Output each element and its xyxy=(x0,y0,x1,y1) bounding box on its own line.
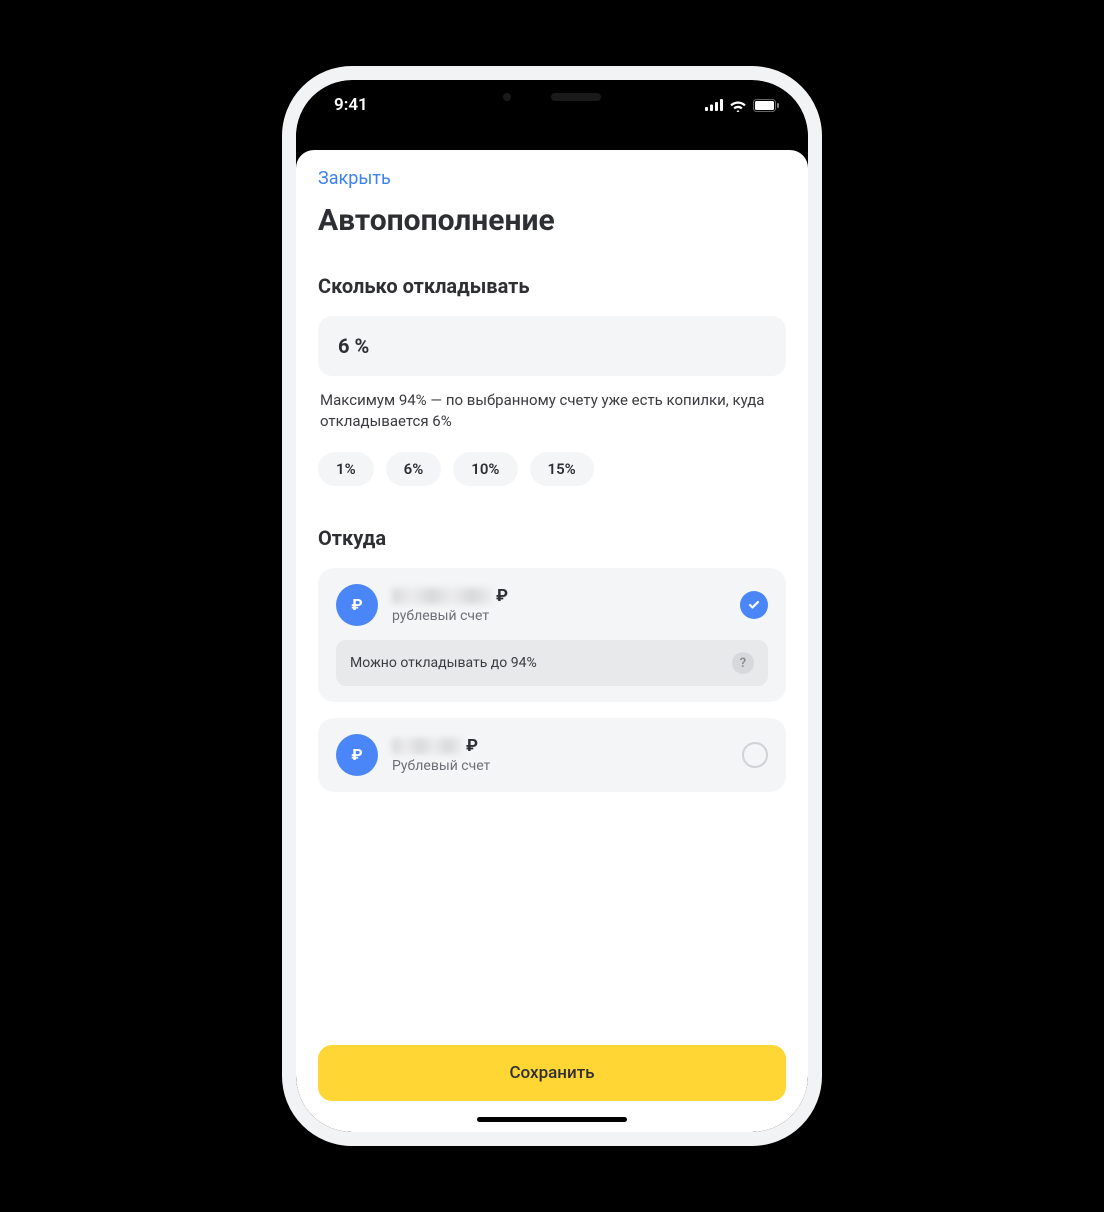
amount-hint: Максимум 94% — по выбранному счету уже е… xyxy=(318,390,786,432)
screen: 9:41 Закрыть Автопополнение Сколько откл… xyxy=(296,80,808,1132)
account-balance: ₽ xyxy=(392,586,726,606)
wifi-icon xyxy=(729,99,747,112)
account-note: Можно откладывать до 94% ? xyxy=(336,640,768,686)
percent-chip[interactable]: 10% xyxy=(453,452,517,486)
side-button xyxy=(282,330,284,400)
percent-chip[interactable]: 15% xyxy=(530,452,594,486)
checkmark-icon xyxy=(740,591,768,619)
account-info: ₽ Рублевый счет xyxy=(392,736,728,774)
ruble-icon: ₽ xyxy=(336,734,378,776)
side-button xyxy=(282,420,284,490)
svg-text:₽: ₽ xyxy=(351,745,362,764)
ruble-icon: ₽ xyxy=(336,584,378,626)
account-subtitle: Рублевый счет xyxy=(392,758,728,774)
app-area: Закрыть Автопополнение Сколько откладыва… xyxy=(296,130,808,1132)
percent-chip[interactable]: 6% xyxy=(386,452,442,486)
account-row: ₽ ₽ рублевый счет xyxy=(336,584,768,626)
save-button[interactable]: Сохранить xyxy=(318,1045,786,1101)
phone-frame: 9:41 Закрыть Автопополнение Сколько откл… xyxy=(282,66,822,1146)
battery-icon xyxy=(753,99,780,112)
percent-input[interactable]: 6 % xyxy=(318,316,786,376)
status-icons xyxy=(705,99,780,112)
help-icon[interactable]: ? xyxy=(732,652,754,674)
phone-notch xyxy=(452,80,652,114)
page-title: Автопополнение xyxy=(318,203,786,238)
account-row: ₽ ₽ Рублевый счет xyxy=(336,734,768,776)
home-indicator[interactable] xyxy=(477,1117,627,1122)
redacted-amount xyxy=(392,588,492,604)
currency-symbol: ₽ xyxy=(466,736,478,756)
percent-chips: 1% 6% 10% 15% xyxy=(318,452,786,486)
cellular-icon xyxy=(705,99,723,111)
close-button[interactable]: Закрыть xyxy=(318,168,786,189)
side-button xyxy=(282,260,284,300)
account-note-text: Можно откладывать до 94% xyxy=(350,655,537,671)
account-card[interactable]: ₽ ₽ Рублевый счет xyxy=(318,718,786,792)
svg-text:₽: ₽ xyxy=(351,595,362,614)
percent-chip[interactable]: 1% xyxy=(318,452,374,486)
amount-section-title: Сколько откладывать xyxy=(318,274,786,298)
account-card-selected[interactable]: ₽ ₽ рублевый счет xyxy=(318,568,786,702)
account-balance: ₽ xyxy=(392,736,728,756)
currency-symbol: ₽ xyxy=(496,586,508,606)
modal-sheet: Закрыть Автопополнение Сколько откладыва… xyxy=(296,150,808,1132)
redacted-amount xyxy=(392,738,462,754)
side-button xyxy=(820,350,822,460)
status-time: 9:41 xyxy=(334,95,368,115)
radio-unchecked-icon[interactable] xyxy=(742,742,768,768)
source-section-title: Откуда xyxy=(318,526,786,550)
account-subtitle: рублевый счет xyxy=(392,608,726,624)
account-info: ₽ рублевый счет xyxy=(392,586,726,624)
